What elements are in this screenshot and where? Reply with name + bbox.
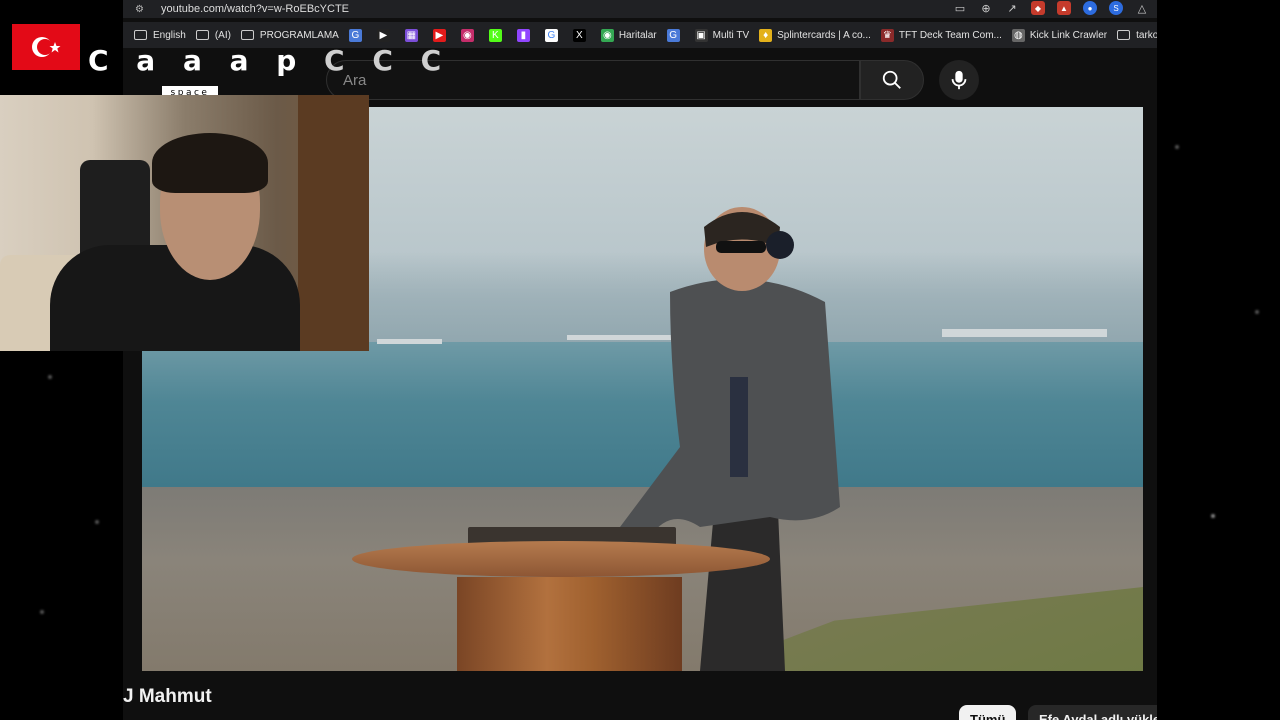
webcam-overlay: [0, 95, 369, 351]
folder-icon: [1117, 30, 1131, 40]
extension-s-icon[interactable]: S: [1109, 1, 1123, 15]
globe-icon: ◍: [1011, 28, 1025, 42]
bookmark-item[interactable]: English: [129, 24, 191, 46]
folder-icon: [240, 30, 254, 40]
google-icon: G: [544, 28, 558, 42]
bookmark-item[interactable]: G: [540, 24, 568, 46]
streamer-name-faded: C C C: [324, 44, 451, 77]
bookmark-label: PROGRAMLAMA: [259, 29, 339, 41]
starfield-right: [1157, 0, 1280, 720]
address-bar[interactable]: ⚙ youtube.com/watch?v=w-RoEBcYCTE ▭ ⊕ ↗ …: [123, 0, 1157, 18]
bookmark-item[interactable]: tarkov: [1112, 24, 1157, 46]
folder-icon: [134, 30, 147, 40]
tv-icon: ▣: [694, 28, 708, 42]
folder-icon: [195, 30, 209, 40]
bookmark-item[interactable]: ◉: [456, 24, 484, 46]
url-text[interactable]: youtube.com/watch?v=w-RoEBcYCTE: [161, 3, 349, 15]
chip-all[interactable]: Tümü: [959, 705, 1017, 720]
bookmark-label: Kick Link Crawler: [1029, 29, 1108, 41]
bookmark-item[interactable]: ◉ Haritalar: [596, 24, 662, 46]
youtube-icon: ▶: [432, 28, 446, 42]
bookmark-item[interactable]: ▶: [428, 24, 456, 46]
bookmark-item[interactable]: G: [662, 24, 690, 46]
voice-search-button[interactable]: [939, 60, 979, 100]
play-icon: ▶: [376, 28, 390, 42]
search-button[interactable]: [860, 60, 924, 100]
app-icon: ◉: [460, 28, 474, 42]
bookmark-label: Haritalar: [618, 29, 657, 41]
bookmark-item[interactable]: X: [568, 24, 596, 46]
address-bar-actions: ▭ ⊕ ↗ ◆ ▲ ● S △: [953, 1, 1149, 15]
bookmark-item[interactable]: PROGRAMLAMA: [236, 24, 344, 46]
cast-icon[interactable]: ▭: [953, 1, 967, 15]
bookmark-item[interactable]: ▣ Multi TV: [690, 24, 755, 46]
search-icon: [882, 70, 901, 89]
video-barrel: [457, 577, 682, 671]
bookmark-item[interactable]: ▶: [372, 24, 400, 46]
bookmark-label: (AI): [214, 29, 231, 41]
maps-icon: ◉: [600, 28, 614, 42]
bookmark-item[interactable]: ◍ Kick Link Crawler: [1007, 24, 1112, 46]
brave-shield-icon[interactable]: ◆: [1031, 1, 1045, 15]
bookmark-item[interactable]: ▮: [512, 24, 540, 46]
bookmark-item[interactable]: ▦: [400, 24, 428, 46]
bookmark-label: TFT Deck Team Com...: [898, 29, 1002, 41]
bookmark-label: tarkov: [1136, 29, 1157, 41]
share-icon[interactable]: ↗: [1005, 1, 1019, 15]
x-icon: X: [572, 28, 586, 42]
twitch-icon: ▮: [516, 28, 530, 42]
bookmark-item[interactable]: (AI): [191, 24, 236, 46]
streamer-name-main: C a a a p: [88, 44, 306, 77]
microphone-icon: [951, 70, 967, 90]
turkey-flag-icon: [12, 24, 80, 70]
bookmark-item[interactable]: K: [484, 24, 512, 46]
bookmark-item[interactable]: ♦ Splintercards | A co...: [754, 24, 876, 46]
video-table-top: [352, 541, 770, 577]
grid-icon: ▦: [404, 28, 418, 42]
extension-alert-icon[interactable]: ▲: [1057, 1, 1071, 15]
site-info-icon[interactable]: ⚙: [135, 4, 149, 15]
video-ship: [377, 339, 442, 344]
bookmark-item[interactable]: G: [344, 24, 372, 46]
zoom-icon[interactable]: ⊕: [979, 1, 993, 15]
video-ship: [942, 329, 1107, 337]
webcam-streamer-hair: [152, 133, 268, 193]
streamer-name: C a a a p C C C: [88, 44, 450, 77]
bookmark-label: Multi TV: [712, 29, 750, 41]
translate-icon: G: [666, 28, 680, 42]
extension-circle-icon[interactable]: ●: [1083, 1, 1097, 15]
translate-icon: G: [348, 28, 362, 42]
tft-icon: ♛: [880, 28, 894, 42]
chip-uploader[interactable]: Efe Aydal adlı yükleyi: [1028, 705, 1157, 720]
kick-icon: K: [488, 28, 502, 42]
bookmark-item[interactable]: ♛ TFT Deck Team Com...: [876, 24, 1007, 46]
card-icon: ♦: [759, 28, 773, 42]
bookmark-label: English: [153, 29, 186, 41]
extension-triangle-icon[interactable]: △: [1135, 1, 1149, 15]
webcam-shelf: [298, 95, 369, 351]
video-title[interactable]: J Mahmut: [123, 686, 212, 708]
bookmark-label: Splintercards | A co...: [777, 29, 871, 41]
